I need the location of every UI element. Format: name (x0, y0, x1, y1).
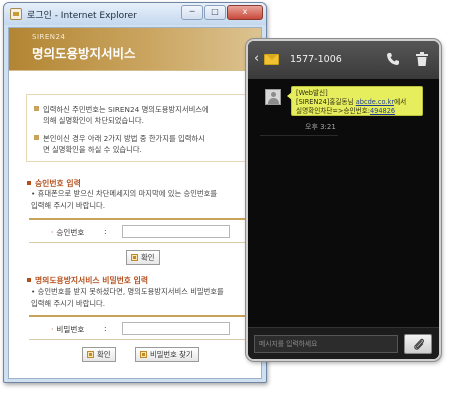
confirm-icon (87, 351, 94, 358)
approval-code[interactable]: 494826 (370, 107, 395, 115)
phone-call-icon[interactable] (386, 52, 400, 66)
brand-label: SIREN24 (32, 33, 66, 41)
message-text: 실명확인차단=>승인번호: (296, 107, 370, 115)
bullet-icon (34, 106, 39, 111)
notice-text: 본인이신 경우 아래 2가지 방법 중 한가지를 입력하시 (43, 134, 205, 143)
search-icon (140, 351, 147, 358)
phone-sms-screen: ‹ 1577-1006 [Web발신] [SIREN24]홍길동님 abcde.… (246, 39, 441, 361)
find-password-button[interactable]: 비밀번호 찾기 (135, 347, 199, 362)
contact-avatar (265, 89, 281, 105)
back-arrow-icon[interactable]: ‹ (254, 51, 259, 66)
password-desc-line: • 승인번호를 받지 못하셨다면, 명의도용방지서비스 비밀번호를 (31, 287, 224, 296)
notice-text: 입력하신 주민번호는 SIREN24 명의도용방지서비스에 (43, 105, 209, 114)
confirm-icon (131, 254, 138, 261)
phone-header: ‹ 1577-1006 (248, 41, 439, 79)
message-line: [Web발신] (296, 89, 328, 97)
minimize-button[interactable]: ─ (181, 5, 203, 20)
close-button[interactable]: x (227, 5, 263, 20)
maximize-button[interactable]: □ (204, 5, 226, 20)
password-label: 비밀번호 (51, 324, 84, 335)
sender-number: 1577-1006 (290, 54, 342, 65)
envelope-icon (264, 54, 279, 65)
browser-window: 로그인 - Internet Explorer ─ □ x SIREN24 명의… (3, 2, 267, 383)
notice-item-blocked: 입력하신 주민번호는 SIREN24 명의도용방지서비스에 의해 실명확인이 차… (34, 104, 247, 126)
password-colon: : (104, 324, 107, 333)
approval-confirm-label: 확인 (141, 253, 155, 262)
password-section-title: 명의도용방지서비스 비밀번호 입력 (27, 275, 148, 286)
received-message-bubble[interactable]: [Web발신] [SIREN24]홍길동님 abcde.co.kr에서 실명확인… (287, 86, 423, 116)
paperclip-icon (414, 338, 424, 350)
notice-item-verify: 본인이신 경우 아래 2가지 방법 중 한가지를 입력하시 면 실명확인을 하실… (34, 133, 247, 155)
password-description: • 승인번호를 받지 못하셨다면, 명의도용방지서비스 비밀번호를 입력해 주시… (31, 286, 259, 310)
message-thread: [Web발신] [SIREN24]홍길동님 abcde.co.kr에서 실명확인… (248, 79, 439, 327)
password-confirm-button[interactable]: 확인 (82, 347, 117, 362)
title-bar[interactable]: 로그인 - Internet Explorer ─ □ x (4, 3, 266, 25)
approval-confirm-button[interactable]: 확인 (126, 250, 161, 265)
window-controls: ─ □ x (180, 5, 263, 20)
find-password-label: 비밀번호 찾기 (150, 350, 193, 359)
page-icon (10, 8, 22, 20)
page-title: 명의도용방지서비스 (32, 46, 136, 61)
password-input[interactable] (122, 322, 230, 335)
approval-number-input[interactable] (122, 225, 230, 238)
page-content: SIREN24 명의도용방지서비스 입력하신 주민번호는 SIREN24 명의도… (8, 27, 262, 379)
message-line: 실명확인차단=>승인번호:494826 (296, 107, 418, 116)
message-input[interactable]: 메시지를 입력하세요 (254, 335, 398, 353)
approval-description: • 휴대폰으로 받으신 차단메세지의 마지막에 있는 승인번호를 입력해 주시기… (31, 188, 259, 212)
header-banner: SIREN24 명의도용방지서비스 (9, 28, 261, 70)
message-link[interactable]: abcde.co.kr (356, 98, 394, 106)
message-text: [SIREN24]홍길동님 (296, 98, 356, 106)
notice-text: 의해 실명확인이 차단되었습니다. (43, 116, 144, 125)
banner-divider (9, 70, 261, 71)
attach-button[interactable] (404, 334, 432, 354)
compose-bar: 메시지를 입력하세요 (248, 327, 439, 359)
approval-desc-line: • 휴대폰으로 받으신 차단메세지의 마지막에 있는 승인번호를 (31, 189, 218, 198)
notice-text: 면 실명확인을 하실 수 있습니다. (43, 145, 142, 154)
approval-field-row: 승인번호 : (29, 218, 254, 243)
approval-label: 승인번호 (51, 227, 84, 238)
password-confirm-label: 확인 (97, 350, 111, 359)
message-timestamp: 오후 3:21 (305, 123, 336, 131)
password-desc-line: 입력해 주시기 바랍니다. (31, 299, 106, 308)
approval-colon: : (104, 227, 107, 236)
window-title: 로그인 - Internet Explorer (27, 11, 137, 21)
notice-box: 입력하신 주민번호는 SIREN24 명의도용방지서비스에 의해 실명확인이 차… (26, 94, 254, 162)
message-text: 에서 (394, 98, 407, 106)
bullet-icon (34, 135, 39, 140)
divider (260, 135, 338, 136)
password-field-row: 비밀번호 : (29, 315, 254, 340)
trash-icon[interactable] (416, 52, 428, 66)
approval-desc-line: 입력해 주시기 바랍니다. (31, 201, 106, 210)
message-line: [SIREN24]홍길동님 abcde.co.kr에서 (296, 98, 418, 107)
